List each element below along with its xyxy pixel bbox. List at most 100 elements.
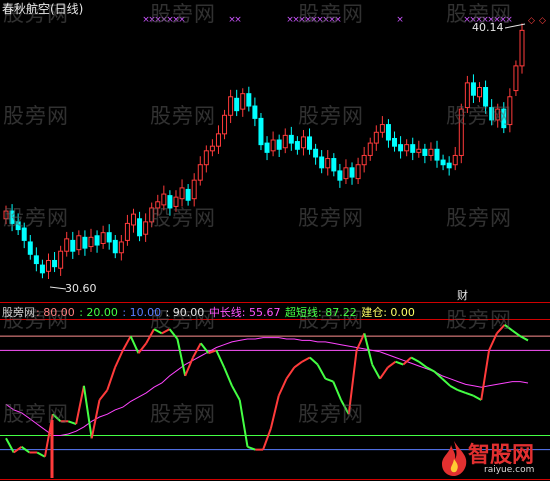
candle-body	[398, 144, 404, 152]
super-short-segment	[465, 391, 474, 397]
candle-body	[325, 158, 331, 169]
candle-body	[143, 221, 149, 235]
candle-body	[337, 170, 343, 181]
candle-body	[88, 236, 94, 248]
finance-marker[interactable]: 财	[457, 289, 468, 303]
watermark: 股旁网	[3, 206, 69, 230]
price-low-label: 30.60	[65, 282, 97, 295]
legend-mid-line: 中长线: 55.67	[208, 306, 281, 319]
candle-body	[45, 259, 51, 272]
candle-body	[367, 142, 373, 156]
candle-body	[124, 222, 130, 241]
candle-body	[428, 148, 434, 156]
candle-body	[246, 93, 252, 107]
signal-marker: ×	[234, 15, 242, 25]
indicator-legend: 股旁网: 80.00 : 20.00 : 10.00 : 90.00 中长线: …	[2, 306, 416, 319]
super-short-segment	[371, 364, 381, 380]
candle-body	[228, 96, 234, 116]
candle-body	[258, 117, 264, 146]
watermark: 股旁网	[150, 206, 216, 230]
candle-body	[234, 97, 240, 112]
candle-body	[27, 241, 33, 255]
candle-body	[64, 238, 70, 252]
super-short-segment	[114, 349, 124, 368]
candle-body	[446, 162, 452, 169]
watermark: 股旁网	[298, 402, 364, 426]
super-short-segment	[262, 428, 272, 450]
candle-body	[282, 134, 288, 149]
candle-body	[385, 124, 391, 141]
legend-v90: : 90.00	[165, 306, 205, 319]
chart-title: 春秋航空(日线)	[2, 2, 84, 16]
candle-body	[379, 124, 385, 133]
super-short-segment	[410, 356, 420, 363]
candle-body	[307, 136, 313, 150]
super-short-segment	[519, 335, 529, 342]
legend-v10: : 10.00	[122, 306, 162, 319]
super-short-segment	[472, 394, 482, 401]
candle-body	[276, 139, 282, 150]
candle-body	[70, 239, 76, 252]
watermark: 股旁网	[298, 2, 364, 26]
candle-body	[137, 218, 143, 237]
super-short-segment	[231, 385, 241, 401]
super-short-segment	[121, 335, 132, 351]
super-short-segment	[395, 360, 404, 366]
signal-marker: ×	[396, 15, 404, 25]
watermark: 股旁网	[150, 2, 216, 26]
watermark: 股旁网	[150, 402, 216, 426]
candle-body	[452, 154, 458, 166]
candle-body	[300, 136, 306, 149]
candle-body	[39, 264, 45, 274]
candle-body	[440, 159, 446, 166]
candle-body	[343, 167, 349, 180]
super-short-segment	[309, 356, 319, 366]
candle-body	[215, 133, 221, 147]
candle-body	[470, 82, 476, 96]
diamond-marker: ◇	[539, 16, 546, 26]
super-short-segment	[480, 350, 491, 401]
candle-body	[197, 164, 203, 181]
candle-body	[58, 250, 64, 269]
super-short-segment	[379, 366, 389, 380]
super-short-segment	[457, 389, 467, 394]
candle-body	[373, 131, 379, 144]
candle-body	[264, 142, 270, 153]
super-short-segment	[387, 360, 397, 369]
super-short-segment	[90, 399, 101, 439]
super-short-segment	[238, 399, 249, 447]
legend-position: 建仓: 0.00	[361, 306, 415, 319]
candle-body	[313, 148, 319, 158]
candle-body	[513, 65, 519, 92]
candle-body	[33, 255, 39, 265]
watermark: 股旁网	[298, 206, 364, 230]
candle-body	[404, 144, 410, 152]
candle-body	[252, 105, 258, 119]
candle-body	[179, 187, 185, 200]
watermark: 股旁网	[3, 104, 69, 128]
super-short-segment	[199, 342, 210, 354]
super-short-segment	[293, 360, 303, 369]
candle-body	[477, 87, 483, 98]
candle-body	[288, 134, 294, 144]
super-short-segment	[269, 395, 280, 429]
super-short-segment	[301, 356, 311, 363]
candle-body	[319, 156, 325, 169]
super-short-segment	[75, 385, 85, 425]
flame-icon	[442, 441, 467, 476]
candle-body	[270, 139, 276, 152]
candle-body	[209, 145, 215, 152]
watermark: 股旁网	[298, 104, 364, 128]
super-short-segment	[511, 329, 521, 337]
candlestick-series	[3, 23, 526, 290]
super-short-segment	[316, 364, 327, 380]
candle-body	[203, 150, 209, 166]
candle-body	[410, 144, 416, 153]
candle-body	[331, 158, 337, 172]
super-short-segment	[106, 367, 117, 391]
candle-body	[118, 241, 124, 254]
candle-body	[191, 179, 197, 200]
candle-body	[361, 154, 367, 166]
watermark: 股旁网	[150, 104, 216, 128]
diamond-marker: ◇	[528, 16, 535, 26]
